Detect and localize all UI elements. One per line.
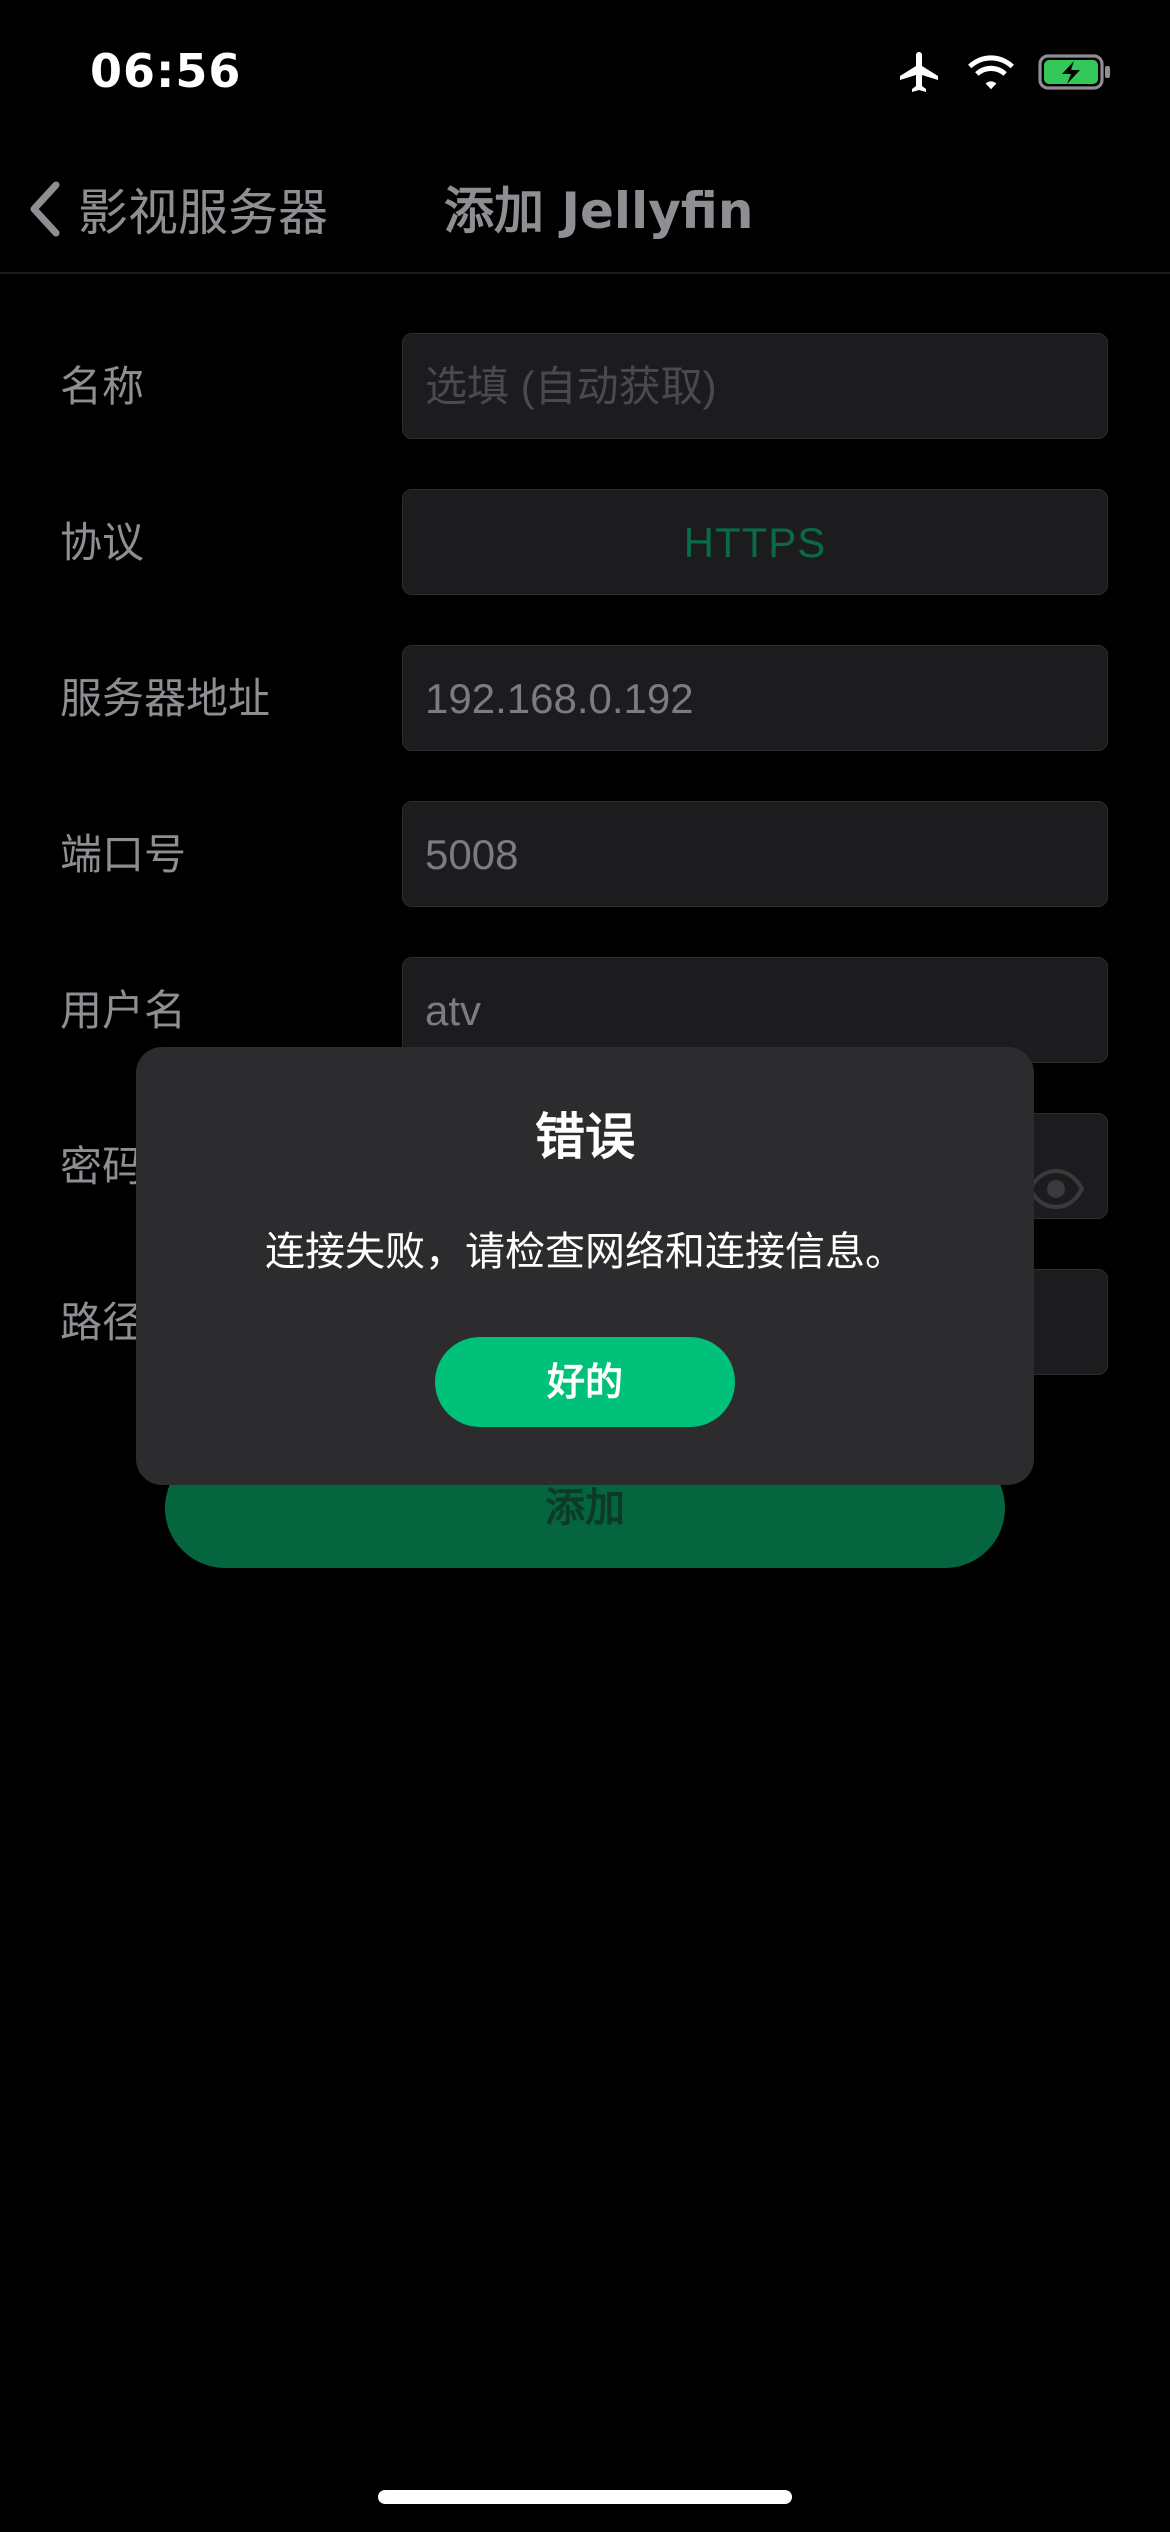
form-row-port: 端口号 5008 [0,801,1170,909]
alert-ok-button[interactable]: 好的 [435,1337,735,1427]
form-row-address: 服务器地址 192.168.0.192 [0,645,1170,753]
protocol-label: 协议 [60,518,145,567]
alert-title: 错误 [535,1108,635,1166]
error-alert: 错误 连接失败，请检查网络和连接信息。 好的 [136,1047,1034,1485]
home-indicator[interactable] [378,2490,792,2504]
eye-icon [1027,1168,1085,1210]
back-button-label: 影视服务器 [78,184,328,242]
form-row-protocol: 协议 HTTPS [0,489,1170,597]
port-input[interactable]: 5008 [402,801,1108,907]
status-time: 06:56 [90,44,242,98]
back-button[interactable]: 影视服务器 [24,174,328,244]
wifi-icon [968,55,1014,90]
alert-message: 连接失败，请检查网络和连接信息。 [265,1229,905,1275]
path-label: 路径 [60,1298,145,1347]
name-label: 名称 [60,362,145,411]
port-label: 端口号 [60,830,187,879]
password-label: 密码 [60,1142,145,1191]
page-title: 添加 Jellyfin [444,182,754,240]
chevron-left-icon [30,181,60,237]
screen: 06:56 影视服务器 添加 Jellyfin 名称 选填 (自动获取) 协议 … [0,0,1170,2532]
status-icons [896,48,1114,96]
airplane-icon [900,52,938,92]
address-label: 服务器地址 [60,674,271,723]
name-input[interactable]: 选填 (自动获取) [402,333,1108,439]
navigation-bar: 影视服务器 添加 Jellyfin [0,150,1170,274]
protocol-selector[interactable]: HTTPS [402,489,1108,595]
form-row-name: 名称 选填 (自动获取) [0,333,1170,441]
battery-charging-icon [1038,54,1110,90]
address-input[interactable]: 192.168.0.192 [402,645,1108,751]
show-password-button[interactable] [1027,1144,1085,1250]
